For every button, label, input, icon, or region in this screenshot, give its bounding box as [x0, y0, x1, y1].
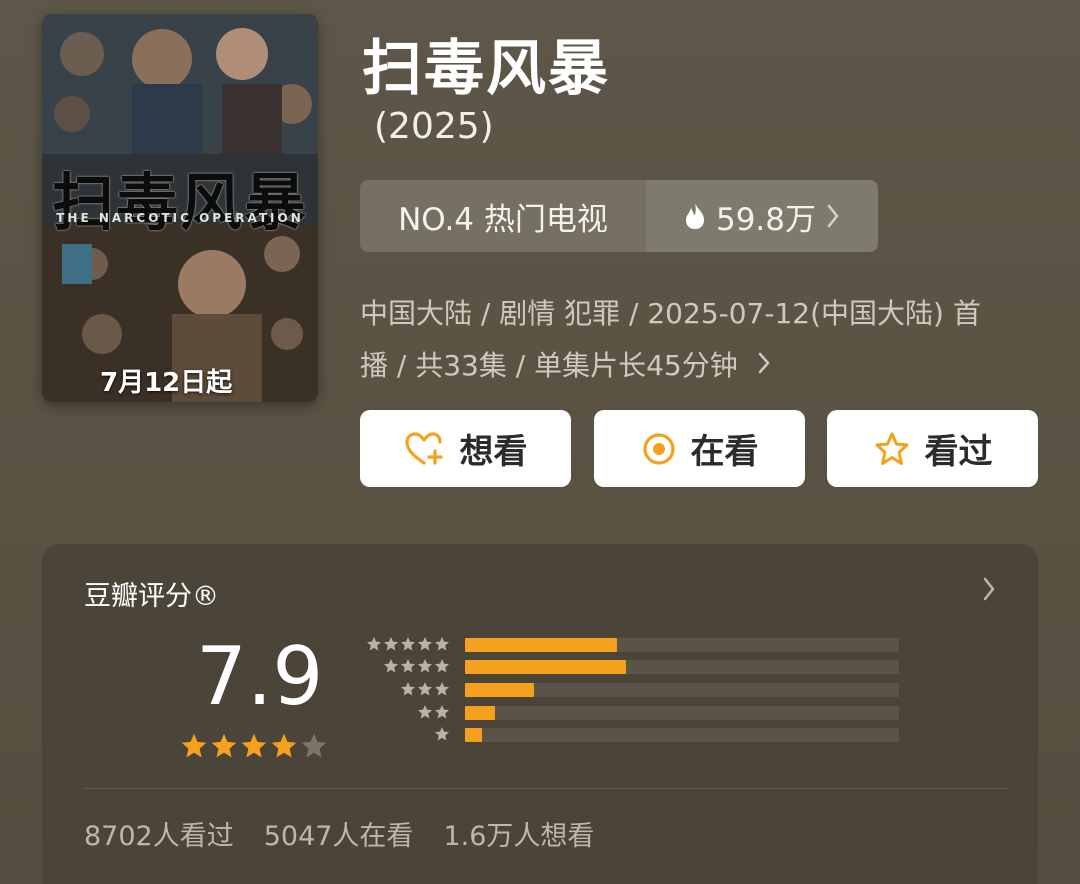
star-filled-icon	[181, 733, 207, 758]
heat-indicator[interactable]: 59.8万	[646, 180, 878, 252]
star-small-icon	[418, 682, 432, 696]
rating-score: 7.9	[196, 630, 324, 723]
star-small-icon	[435, 705, 449, 719]
watched-label: 看过	[924, 432, 993, 472]
star-empty-icon	[301, 733, 327, 758]
bar-star-label	[366, 636, 450, 652]
show-year: (2025)	[374, 106, 494, 147]
target-icon	[642, 432, 675, 465]
star-filled-icon	[241, 733, 267, 758]
chevron-right-icon	[827, 204, 839, 228]
poster-subtitle: THE NARCOTIC OPERATION	[56, 211, 304, 225]
bar-track	[465, 706, 899, 720]
score-stars	[180, 732, 328, 760]
want-count[interactable]: 1.6万人想看	[443, 814, 594, 853]
chevron-right-icon[interactable]	[982, 576, 996, 602]
divider	[84, 788, 1008, 789]
star-small-icon	[418, 659, 432, 673]
poster-date-badge: 7月12日起	[100, 368, 233, 398]
want-to-watch-label: 想看	[459, 432, 528, 472]
bar-track	[465, 660, 899, 674]
meta-line-1: 中国大陆 / 剧情 犯罪 / 2025-07-12(中国大陆) 首	[360, 297, 981, 330]
watch-stats: 8702人看过 5047人在看 1.6万人想看	[84, 814, 594, 853]
ranking-label[interactable]: NO.4 热门电视	[360, 180, 646, 252]
rating-bar-row-3-star	[350, 681, 910, 697]
bar-fill-4-star	[465, 660, 626, 674]
poster-title: 扫毒风暴	[51, 166, 308, 239]
star-small-icon	[435, 659, 449, 673]
star-small-icon	[367, 637, 381, 651]
poster-image[interactable]: 扫毒风暴 THE NARCOTIC OPERATION 7月12日起	[42, 14, 318, 402]
bar-track	[465, 683, 899, 697]
rating-card-title: 豆瓣评分®	[84, 581, 219, 612]
star-small-icon	[384, 659, 398, 673]
bar-star-label	[400, 681, 450, 697]
star-small-icon	[384, 637, 398, 651]
show-title: 扫毒风暴	[362, 34, 610, 104]
star-small-icon	[401, 659, 415, 673]
star-small-icon	[435, 727, 449, 741]
star-filled-icon	[271, 733, 297, 758]
star-small-icon	[418, 705, 432, 719]
star-small-icon	[401, 637, 415, 651]
bar-track	[465, 638, 899, 652]
bar-fill-2-star	[465, 706, 496, 720]
bar-fill-3-star	[465, 683, 535, 697]
star-small-icon	[418, 637, 432, 651]
bar-star-label	[417, 704, 450, 720]
star-small-icon	[435, 637, 449, 651]
star-outline-icon	[875, 432, 908, 465]
heat-value: 59.8万	[715, 201, 817, 238]
star-small-icon	[435, 682, 449, 696]
show-meta-info[interactable]: 中国大陆 / 剧情 犯罪 / 2025-07-12(中国大陆) 首 播 / 共3…	[360, 288, 1050, 392]
star-small-icon	[401, 682, 415, 696]
meta-line-2-wrap: 播 / 共33集 / 单集片长45分钟	[360, 340, 1050, 392]
star-filled-icon	[211, 733, 237, 758]
rating-distribution	[350, 636, 910, 746]
watching-label: 在看	[690, 432, 759, 472]
watching-button[interactable]: 在看	[594, 410, 805, 487]
rating-bar-row-4-star	[350, 658, 910, 674]
bar-star-label	[434, 726, 450, 742]
bar-fill-5-star	[465, 638, 617, 652]
rating-bar-row-5-star	[350, 636, 910, 652]
bar-fill-1-star	[465, 728, 483, 742]
flame-icon	[685, 203, 704, 229]
bar-track	[465, 728, 899, 742]
rating-bar-row-1-star	[350, 726, 910, 742]
meta-line-2: 播 / 共33集 / 单集片长45分钟	[360, 349, 738, 382]
ranking-bar[interactable]: NO.4 热门电视 59.8万	[360, 180, 878, 252]
watched-count[interactable]: 8702人看过	[84, 814, 234, 853]
heart-plus-icon	[404, 431, 443, 465]
want-to-watch-button[interactable]: 想看	[360, 410, 571, 487]
watched-button[interactable]: 看过	[827, 410, 1038, 487]
bar-star-label	[383, 658, 450, 674]
rating-bar-row-2-star	[350, 704, 910, 720]
watching-count[interactable]: 5047人在看	[264, 814, 414, 853]
chevron-right-icon	[758, 352, 770, 374]
